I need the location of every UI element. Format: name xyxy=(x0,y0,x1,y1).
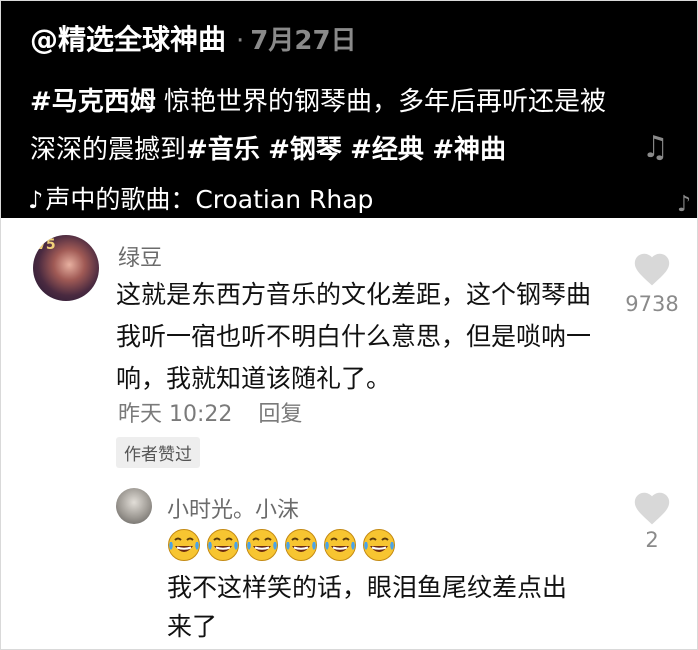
laugh-cry-emoji xyxy=(324,529,356,561)
hashtag-link[interactable]: #钢琴 xyxy=(268,135,342,165)
hashtag-link[interactable]: #马克西姆 xyxy=(30,87,156,117)
music-note-icon[interactable]: ♫ xyxy=(642,130,669,165)
caption-text xyxy=(342,135,350,165)
reply-username[interactable]: 小时光。小沫 xyxy=(167,492,299,524)
laugh-cry-emoji xyxy=(246,529,278,561)
hashtag-link[interactable]: #音乐 xyxy=(186,135,260,165)
post-header: @精选全球神曲 · 7月27日 #马克西姆 惊艳世界的钢琴曲，多年后再听还是被深深的… xyxy=(0,0,698,218)
comment-username[interactable]: 绿豆 xyxy=(118,240,162,272)
reply-button[interactable]: 回复 xyxy=(258,402,302,427)
comment-text: 这就是东西方音乐的文化差距，这个钢琴曲我听一宿也听不明白什么意思，但是唢呐一响，… xyxy=(116,280,592,393)
like-count: 2 xyxy=(645,528,659,552)
music-text: 声中的歌曲：Croatian Rhap xyxy=(45,185,374,214)
like-count: 9738 xyxy=(625,292,679,316)
meta-separator: · xyxy=(236,26,245,56)
heart-icon[interactable] xyxy=(632,490,672,526)
laugh-cry-emoji xyxy=(363,529,395,561)
laugh-cry-emoji xyxy=(207,529,239,561)
author-liked-badge: 作者赞过 xyxy=(116,437,200,468)
hashtag-link[interactable]: #经典 xyxy=(350,135,424,165)
avatar-badge: V5 xyxy=(35,237,56,253)
heart-icon[interactable] xyxy=(632,251,672,287)
post-caption: #马克西姆 惊艳世界的钢琴曲，多年后再听还是被深深的震撼到#音乐 #钢琴 #经典… xyxy=(30,78,620,174)
music-note-icon: ♪ xyxy=(677,192,692,217)
tiktok-logo-icon: ♪ xyxy=(28,186,44,214)
laugh-cry-emoji xyxy=(285,529,317,561)
music-row[interactable]: ♪声中的歌曲：Croatian Rhap xyxy=(28,180,428,216)
reply-text: 我不这样笑的话，眼泪鱼尾纹差点出来了 xyxy=(167,573,568,641)
screenshot-frame: @精选全球神曲 · 7月27日 #马克西姆 惊艳世界的钢琴曲，多年后再听还是被深深的… xyxy=(0,0,698,650)
comment-time: 昨天 10:22 xyxy=(118,402,233,427)
post-author[interactable]: @精选全球神曲 xyxy=(30,23,226,56)
laugh-cry-emoji xyxy=(168,529,200,561)
caption-text xyxy=(424,135,432,165)
hashtag-link[interactable]: #神曲 xyxy=(432,135,506,165)
post-date: 7月27日 xyxy=(250,26,357,56)
caption-text xyxy=(260,135,268,165)
avatar[interactable]: V5 xyxy=(33,235,99,301)
comment-meta: 昨天 10:22 回复 xyxy=(118,396,302,428)
post-meta: @精选全球神曲 · 7月27日 xyxy=(30,18,357,58)
emoji-row xyxy=(167,528,401,562)
avatar[interactable] xyxy=(116,488,152,524)
